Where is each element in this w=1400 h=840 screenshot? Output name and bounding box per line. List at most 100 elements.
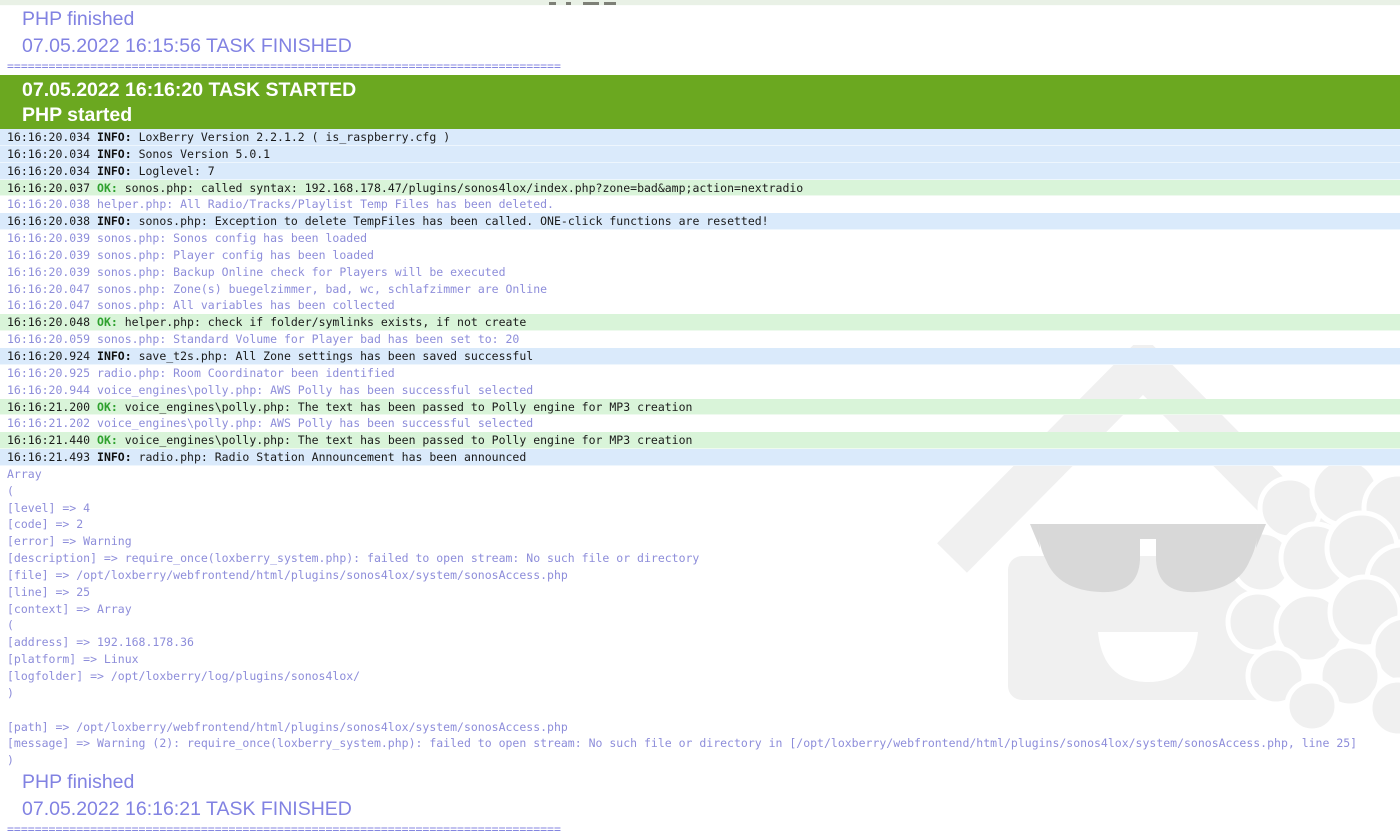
log-line: 16:16:20.925 radio.php: Room Coordinator…	[0, 365, 1400, 382]
log-level-label: OK:	[97, 399, 125, 414]
log-message: Loglevel: 7	[138, 163, 215, 178]
log-timestamp: 16:16:21.493	[7, 450, 98, 465]
log-timestamp: 16:16:20.034	[7, 130, 98, 144]
log-timestamp: 16:16:20.034	[7, 146, 98, 161]
log-message: sonos.php: Backup Online check for Playe…	[97, 264, 506, 279]
log-timestamp: 16:16:21.200	[7, 399, 98, 414]
log-message: sonos.php: called syntax: 192.168.178.47…	[124, 180, 804, 195]
log-line: 16:16:20.034 INFO: LoxBerry Version 2.2.…	[0, 129, 1400, 146]
log-message: voice_engines\polly.php: AWS Polly has b…	[97, 382, 534, 397]
php-array-dump: Array ( [level] => 4 [code] => 2 [error] => …	[0, 466, 1400, 769]
log-line: 16:16:20.038 helper.php: All Radio/Track…	[0, 196, 1400, 213]
log-message: sonos.php: Zone(s) buegelzimmer, bad, wc…	[97, 281, 548, 296]
dump-line: [description] => require_once(loxberry_s…	[7, 551, 700, 566]
dump-line: [path] => /opt/loxberry/webfrontend/html…	[7, 719, 568, 734]
dump-line: Array	[7, 466, 42, 481]
log-line: 16:16:21.202 voice_engines\polly.php: AW…	[0, 415, 1400, 432]
dump-line: [address] => 192.168.178.36	[7, 635, 194, 650]
log-timestamp: 16:16:20.048	[7, 315, 98, 330]
log-line: 16:16:20.038 INFO: sonos.php: Exception …	[0, 213, 1400, 231]
dump-line: [logfolder] => /opt/loxberry/log/plugins…	[7, 669, 361, 683]
log-line: 16:16:20.924 INFO: save_t2s.php: All Zon…	[0, 347, 1400, 365]
log-level-label: INFO:	[97, 163, 139, 178]
task-separator-top: ========================================…	[7, 60, 561, 73]
log-line: 16:16:20.037 OK: sonos.php: called synta…	[0, 179, 1400, 197]
log-timestamp: 16:16:20.047	[7, 298, 98, 313]
log-level-label: INFO:	[97, 450, 139, 465]
log-line: 16:16:20.039 sonos.php: Player config ha…	[0, 247, 1400, 264]
log-line: 16:16:20.047 sonos.php: All variables ha…	[0, 297, 1400, 314]
log-level-label: OK:	[97, 433, 125, 448]
log-lines: 16:16:20.034 INFO: LoxBerry Version 2.2.…	[0, 129, 1400, 466]
dump-line: [context] => Array	[7, 601, 132, 616]
dump-line: (	[7, 483, 14, 498]
log-timestamp: 16:16:20.047	[7, 281, 98, 296]
log-level-label: INFO:	[97, 348, 139, 363]
log-timestamp: 16:16:20.924	[7, 348, 98, 363]
log-message: sonos.php: Standard Volume for Player ba…	[97, 332, 520, 347]
log-message: Sonos Version 5.0.1	[138, 146, 271, 161]
task-started-heading: 07.05.2022 16:16:20 TASK STARTED	[22, 79, 357, 101]
log-line: 16:16:21.493 INFO: radio.php: Radio Stat…	[0, 449, 1400, 466]
log-level-label: INFO:	[97, 214, 139, 229]
log-timestamp: 16:16:20.038	[7, 214, 98, 229]
log-message: helper.php: check if folder/symlinks exi…	[124, 315, 527, 330]
log-timestamp: 16:16:20.039	[7, 264, 98, 279]
dump-line: [file] => /opt/loxberry/webfrontend/html…	[7, 567, 568, 582]
dump-line: [level] => 4	[7, 500, 91, 515]
log-line: 16:16:20.048 OK: helper.php: check if fo…	[0, 314, 1400, 332]
log-timestamp: 16:16:20.039	[7, 231, 98, 246]
log-timestamp: 16:16:20.059	[7, 332, 98, 347]
php-finished-heading-prev: PHP finished	[22, 8, 135, 30]
log-line: 16:16:20.039 sonos.php: Sonos config has…	[0, 230, 1400, 247]
log-message: voice_engines\polly.php: The text has be…	[124, 433, 693, 448]
dump-line	[0, 702, 1400, 719]
log-message: radio.php: Radio Station Announcement ha…	[138, 450, 527, 465]
dump-line: [message] => Warning (2): require_once(l…	[7, 736, 1358, 751]
log-timestamp: 16:16:20.038	[7, 197, 98, 212]
log-message: save_t2s.php: All Zone settings has been…	[138, 348, 534, 363]
task-started-banner: 07.05.2022 16:16:20 TASK STARTED PHP sta…	[0, 75, 1400, 129]
log-message: voice_engines\polly.php: AWS Polly has b…	[97, 416, 534, 431]
clipped-previous-row	[0, 0, 1400, 6]
log-message: helper.php: All Radio/Tracks/Playlist Te…	[97, 197, 554, 212]
dump-line: )	[7, 753, 14, 768]
log-message: voice_engines\polly.php: The text has be…	[124, 399, 693, 414]
log-message: radio.php: Room Coordinator been identif…	[97, 365, 395, 380]
log-viewer: PHP finished 07.05.2022 16:15:56 TASK FI…	[0, 0, 1400, 838]
task-finished-heading: 07.05.2022 16:16:21 TASK FINISHED	[22, 798, 352, 821]
text-remnant	[549, 2, 556, 5]
task-separator-bottom: ========================================…	[7, 823, 561, 837]
log-timestamp: 16:16:21.202	[7, 416, 98, 431]
dump-line: (	[7, 618, 14, 633]
log-line: 16:16:20.034 INFO: Loglevel: 7	[0, 162, 1400, 180]
log-message: sonos.php: Exception to delete TempFiles…	[138, 214, 769, 229]
log-line: 16:16:21.440 OK: voice_engines\polly.php…	[0, 432, 1400, 450]
dump-line: [error] => Warning	[7, 534, 132, 549]
task-finished-heading-prev: 07.05.2022 16:15:56 TASK FINISHED	[22, 35, 352, 57]
log-level-label: INFO:	[97, 130, 139, 144]
log-line: 16:16:20.034 INFO: Sonos Version 5.0.1	[0, 145, 1400, 163]
dump-line: )	[7, 685, 14, 700]
log-message: sonos.php: Sonos config has been loaded	[97, 231, 368, 246]
log-message: sonos.php: Player config has been loaded	[97, 247, 374, 262]
log-timestamp: 16:16:20.944	[7, 382, 98, 397]
log-line: 16:16:21.200 OK: voice_engines\polly.php…	[0, 398, 1400, 416]
php-finished-heading: PHP finished	[22, 771, 135, 794]
log-message: LoxBerry Version 2.2.1.2 ( is_raspberry.…	[138, 130, 451, 144]
log-line: 16:16:20.047 sonos.php: Zone(s) buegelzi…	[0, 281, 1400, 298]
log-level-label: OK:	[97, 315, 125, 330]
log-timestamp: 16:16:20.925	[7, 365, 98, 380]
log-line: 16:16:20.059 sonos.php: Standard Volume …	[0, 331, 1400, 348]
log-timestamp: 16:16:20.037	[7, 180, 98, 195]
log-message: sonos.php: All variables has been collec…	[97, 298, 395, 313]
text-remnant	[604, 2, 616, 5]
text-remnant	[583, 2, 599, 5]
dump-line: [platform] => Linux	[7, 652, 139, 667]
dump-line: [line] => 25	[7, 584, 91, 599]
log-timestamp: 16:16:20.039	[7, 247, 98, 262]
log-line: 16:16:20.944 voice_engines\polly.php: AW…	[0, 382, 1400, 399]
php-started-heading: PHP started	[22, 104, 133, 126]
dump-line: [code] => 2	[7, 517, 84, 532]
log-line: 16:16:20.039 sonos.php: Backup Online ch…	[0, 264, 1400, 281]
